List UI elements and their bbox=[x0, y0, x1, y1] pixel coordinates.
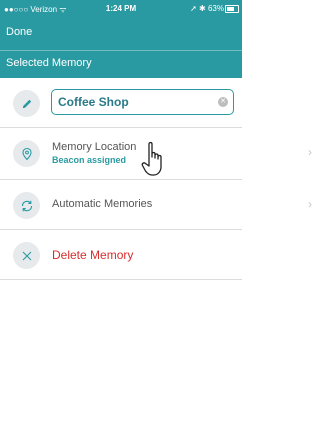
done-button[interactable]: Done bbox=[6, 26, 32, 38]
tap-gesture-icon bbox=[141, 141, 162, 176]
memory-name-field[interactable]: Coffee Shop ✕ bbox=[51, 89, 234, 115]
automatic-memories-label: Automatic Memories bbox=[52, 198, 153, 210]
app-header: ●●○○○ Verizon ᯤ 1:24 PM ➚ ✱ 63% Done Sel… bbox=[0, 0, 242, 78]
status-bar: ●●○○○ Verizon ᯤ 1:24 PM ➚ ✱ 63% bbox=[0, 0, 242, 18]
row-divider bbox=[0, 279, 242, 280]
close-icon bbox=[13, 242, 40, 269]
delete-memory-label: Delete Memory bbox=[52, 248, 134, 262]
header-divider bbox=[0, 50, 242, 51]
memory-name-value: Coffee Shop bbox=[58, 95, 129, 109]
chevron-right-icon: › bbox=[308, 145, 312, 159]
status-indicators: ➚ ✱ 63% bbox=[190, 4, 224, 13]
chevron-right-icon: › bbox=[308, 197, 312, 211]
location-pin-icon bbox=[13, 140, 40, 167]
section-title: Selected Memory bbox=[6, 57, 92, 69]
battery-icon bbox=[225, 5, 239, 13]
clear-text-icon[interactable]: ✕ bbox=[218, 97, 228, 107]
memory-location-label: Memory Location bbox=[52, 141, 137, 153]
beacon-status: Beacon assigned bbox=[52, 155, 127, 165]
sync-icon bbox=[13, 192, 40, 219]
pencil-icon bbox=[13, 90, 40, 117]
